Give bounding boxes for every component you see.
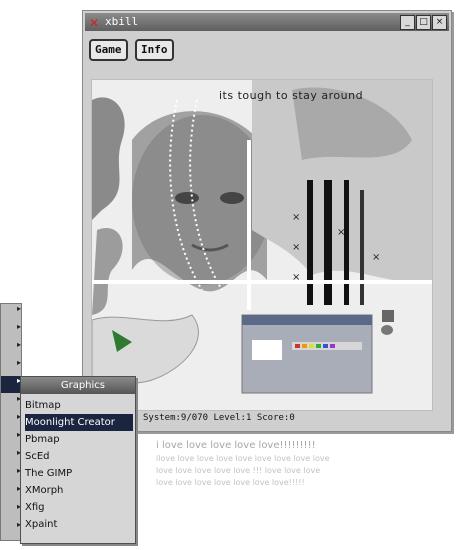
xbill-window: ✕ xbill _ □ × Game Info × × × × × its to… [82, 10, 452, 432]
menu-item-pbmap[interactable]: Pbmap [25, 431, 133, 448]
root-menu-item[interactable]: ▸ [1, 448, 21, 465]
desktop-text-line: ilove love love love love love love love… [156, 454, 330, 463]
root-menu-item[interactable]: ▸ [1, 520, 21, 537]
xbill-app-icon: ✕ [89, 16, 100, 30]
desktop-text-line: love love love love love !!! love love l… [156, 466, 321, 475]
status-level: Level:1 [213, 413, 252, 423]
graphics-submenu: Graphics Bitmap Moonlight Creator Pbmap … [20, 376, 136, 544]
root-menu: ▸ ▸ ▸ ▸ ▸ ▸ ▸ ▸ ▸ ▸ ▸ ▸ ▸ [0, 303, 22, 541]
root-menu-item[interactable]: ▸ [1, 412, 21, 429]
svg-text:×: × [337, 227, 345, 238]
root-menu-item[interactable]: ▸ [1, 304, 21, 321]
menu-item-xpaint[interactable]: Xpaint [25, 516, 133, 533]
menu-item-moonlight-creator[interactable]: Moonlight Creator [25, 414, 133, 431]
root-menu-item[interactable]: ▸ [1, 502, 21, 519]
maximize-button[interactable]: □ [416, 15, 431, 30]
status-system: System:9/070 [143, 413, 209, 423]
window-titlebar[interactable]: ✕ xbill _ □ × [85, 13, 449, 31]
root-menu-item[interactable]: ▸ [1, 430, 21, 447]
close-button[interactable]: × [432, 15, 447, 30]
svg-text:×: × [292, 242, 300, 253]
submenu-title: Graphics [21, 377, 135, 394]
svg-text:×: × [372, 252, 380, 263]
game-field[interactable]: × × × × × [91, 79, 433, 411]
overlay-caption: its tough to stay around [219, 89, 364, 102]
status-score: Score:0 [256, 413, 295, 423]
window-title: xbill [105, 15, 139, 28]
menu-item-bitmap[interactable]: Bitmap [25, 397, 133, 414]
root-menu-item[interactable]: ▸ [1, 466, 21, 483]
collage-artwork: × × × × × [92, 80, 432, 410]
minimize-button[interactable]: _ [400, 15, 415, 30]
root-menu-item[interactable]: ▸ [1, 358, 21, 375]
root-menu-item[interactable]: ▸ [1, 340, 21, 357]
status-bar: System:9/070 Level:1 Score:0 [143, 413, 295, 423]
root-menu-item-graphics[interactable]: ▸ [1, 376, 21, 393]
root-menu-item[interactable]: ▸ [1, 394, 21, 411]
desktop-text-line: i love love love love love!!!!!!!!! [156, 440, 316, 451]
desktop-text-line: love love love love love love love!!!!! [156, 478, 305, 487]
game-menu-button[interactable]: Game [89, 39, 128, 61]
menu-item-sced[interactable]: ScEd [25, 448, 133, 465]
menu-item-the-gimp[interactable]: The GIMP [25, 465, 133, 482]
info-menu-button[interactable]: Info [135, 39, 174, 61]
menu-item-xfig[interactable]: Xfig [25, 499, 133, 516]
desktop-text: i love love love love love!!!!!!!!! ilov… [156, 440, 330, 487]
menu-item-xmorph[interactable]: XMorph [25, 482, 133, 499]
root-menu-item[interactable]: ▸ [1, 484, 21, 501]
svg-text:×: × [292, 212, 300, 223]
root-menu-item[interactable]: ▸ [1, 322, 21, 339]
